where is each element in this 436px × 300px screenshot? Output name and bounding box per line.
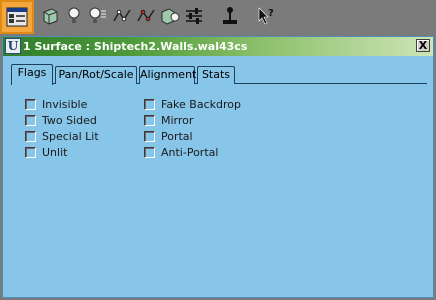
surface-properties-window: U 1 Surface : Shiptech2.Walls.wal43cs X …: [2, 36, 434, 298]
checkbox[interactable]: [25, 130, 36, 142]
spline-button[interactable]: [110, 3, 134, 29]
flag-label: Fake Backdrop: [161, 97, 241, 111]
flag-two-sided[interactable]: Two Sided: [25, 113, 97, 127]
mesh-box-button[interactable]: [38, 3, 62, 29]
flag-label: Two Sided: [42, 113, 97, 127]
flag-label: Anti-Portal: [161, 145, 219, 159]
surface-properties-icon: [6, 7, 28, 27]
checkbox[interactable]: [25, 114, 36, 126]
flag-anti-portal[interactable]: Anti-Portal: [144, 145, 218, 159]
unreal-logo-icon: U: [5, 38, 21, 54]
mesh-light-button[interactable]: [158, 3, 182, 29]
surface-properties-button[interactable]: [0, 0, 34, 34]
joystick-icon: [220, 6, 240, 26]
toolbar: ?: [0, 0, 436, 34]
flag-mirror[interactable]: Mirror: [144, 113, 193, 127]
spline-path-red-icon: [136, 6, 156, 26]
tab-flags[interactable]: Flags: [11, 64, 53, 85]
window-titlebar[interactable]: U 1 Surface : Shiptech2.Walls.wal43cs X: [3, 37, 433, 56]
sliders-icon: [184, 6, 204, 26]
light-bulb-list-icon: [89, 6, 107, 26]
flag-label: Special Lit: [42, 129, 99, 143]
spline-path-icon: [112, 6, 132, 26]
checkbox[interactable]: [144, 146, 155, 158]
flag-label: Mirror: [161, 113, 194, 127]
flag-label: Invisible: [42, 97, 88, 111]
light-bulb-icon: [67, 6, 81, 26]
checkbox[interactable]: [25, 98, 36, 110]
joystick-button[interactable]: [218, 3, 242, 29]
flag-portal[interactable]: Portal: [144, 129, 193, 143]
tab-stats[interactable]: Stats: [197, 66, 235, 84]
tab-pan-rot-scale[interactable]: Pan/Rot/Scale: [55, 66, 137, 84]
window-title: 1 Surface : Shiptech2.Walls.wal43cs: [23, 40, 248, 53]
pointer-help-icon: ?: [256, 6, 276, 26]
flag-special-lit[interactable]: Special Lit: [25, 129, 99, 143]
sliders-button[interactable]: [182, 3, 206, 29]
checkbox[interactable]: [144, 98, 155, 110]
close-button[interactable]: X: [416, 39, 430, 52]
checkbox[interactable]: [25, 146, 36, 158]
flag-unlit[interactable]: Unlit: [25, 145, 67, 159]
mesh-box-icon: [40, 6, 60, 26]
checkbox[interactable]: [144, 130, 155, 142]
light-button[interactable]: [62, 3, 86, 29]
svg-text:?: ?: [268, 8, 274, 19]
tab-alignment[interactable]: Alignment: [139, 66, 196, 84]
flag-invisible[interactable]: Invisible: [25, 97, 87, 111]
flag-fake-backdrop[interactable]: Fake Backdrop: [144, 97, 241, 111]
flag-label: Portal: [161, 129, 193, 143]
mesh-light-icon: [159, 6, 181, 26]
light-list-button[interactable]: [86, 3, 110, 29]
checkbox[interactable]: [144, 114, 155, 126]
spline-red-button[interactable]: [134, 3, 158, 29]
pointer-help-button[interactable]: ?: [254, 3, 278, 29]
flag-label: Unlit: [42, 145, 68, 159]
